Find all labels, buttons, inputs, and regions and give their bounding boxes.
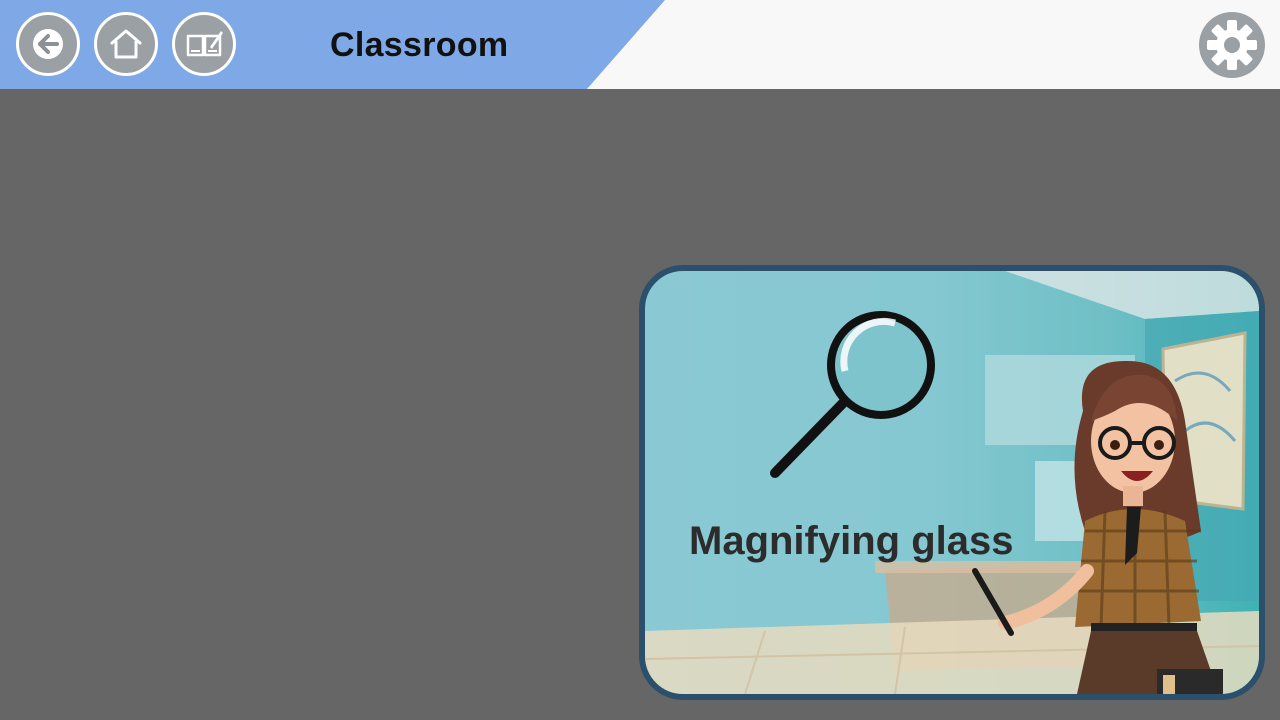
magnifying-glass-icon xyxy=(770,311,935,478)
gear-icon xyxy=(1199,12,1265,78)
book-edit-icon xyxy=(186,31,223,57)
home-button[interactable] xyxy=(94,12,158,76)
home-icon xyxy=(110,29,142,59)
card-label: Magnifying glass xyxy=(689,519,1014,563)
back-button[interactable] xyxy=(16,12,80,76)
header-bar: Classroom xyxy=(0,0,1280,89)
settings-button[interactable] xyxy=(1199,12,1265,78)
arrow-left-icon xyxy=(33,29,63,59)
page-title: Classroom xyxy=(330,26,509,64)
word-card[interactable]: Magnifying glass xyxy=(639,265,1265,700)
book-button[interactable] xyxy=(172,12,236,76)
classroom-scene xyxy=(645,271,1259,694)
